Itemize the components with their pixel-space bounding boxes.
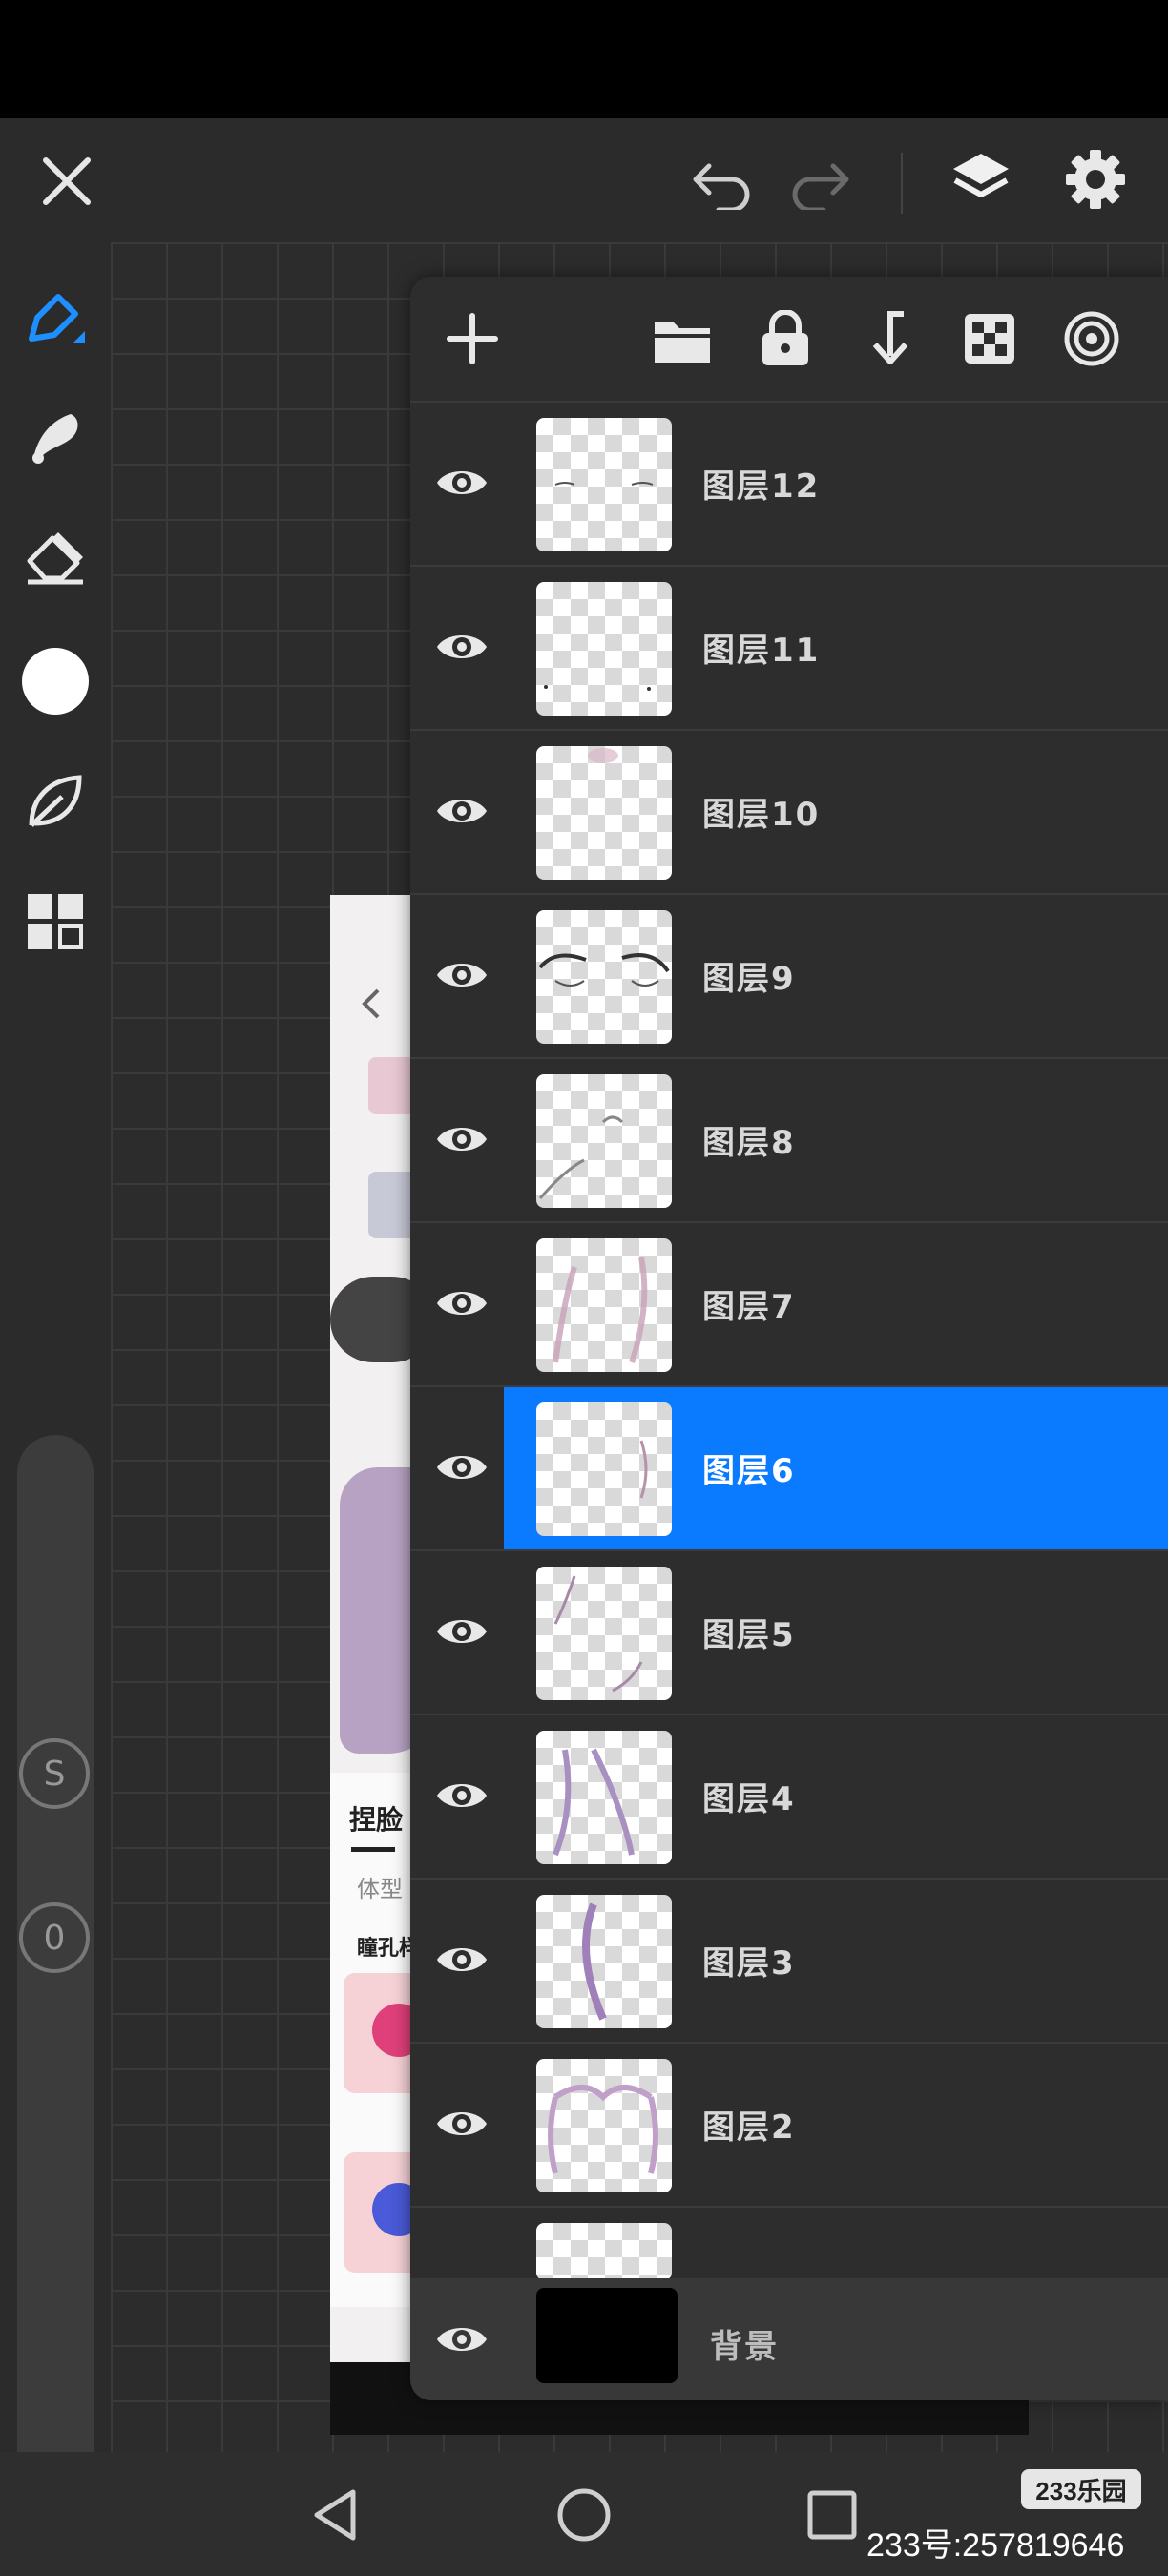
close-icon[interactable] (29, 143, 105, 219)
layer-name: 图层9 (702, 960, 796, 998)
visibility-eye-icon[interactable] (435, 784, 489, 838)
top-bar (0, 118, 1168, 242)
layer-name: 图层5 (702, 1616, 796, 1654)
layer-thumbnail (536, 910, 672, 1044)
layer-row[interactable]: 图层10 (410, 731, 1168, 895)
eraser-tool-icon[interactable] (17, 519, 94, 595)
tab-face: 捏脸 (349, 1805, 404, 1835)
folder-icon[interactable] (649, 309, 716, 370)
opacity-badge: 0 (19, 1902, 90, 1973)
redo-icon[interactable] (782, 147, 859, 219)
visibility-eye-icon[interactable] (435, 1112, 489, 1166)
layer-thumbnail (536, 1238, 672, 1372)
visibility-eye-icon[interactable] (435, 2313, 489, 2366)
layer-thumbnail (536, 582, 672, 716)
transparency-lock-icon[interactable] (956, 307, 1023, 370)
layer-row[interactable]: 图层5 (410, 1551, 1168, 1715)
tab-body: 体型 (357, 1877, 403, 1902)
layer-row[interactable]: 图层6 (410, 1387, 1168, 1551)
add-layer-icon[interactable] (439, 305, 506, 372)
background-layer-name: 背景 (710, 2328, 779, 2366)
visibility-eye-icon[interactable] (435, 1441, 489, 1494)
layers-panel: 图层12 图层11 图层10 图层9 图层8 图层7 图层6 图层5 图层4 图层3 图层2 背景 (410, 277, 1168, 2400)
tab-underline (351, 1847, 395, 1852)
layer-name: 图层10 (702, 796, 821, 834)
visibility-eye-icon[interactable] (435, 456, 489, 509)
merge-down-icon[interactable] (855, 307, 922, 370)
visibility-eye-icon[interactable] (435, 1933, 489, 1986)
visibility-eye-icon[interactable] (435, 948, 489, 1002)
layer-thumbnail (536, 1895, 672, 2028)
layer-thumbnail (536, 2223, 672, 2280)
layer-name: 图层8 (702, 1124, 796, 1162)
background-thumbnail (536, 2288, 678, 2383)
app-screen: 捏脸 体型 瞳孔样 S 0 图层12 图层11 图层10 图层9 图层8 图层7… (0, 0, 1168, 2576)
layers-panel-toolbar (410, 277, 1168, 403)
visibility-eye-icon[interactable] (435, 620, 489, 674)
left-toolbar: S 0 (0, 242, 111, 2547)
home-icon[interactable] (550, 2481, 618, 2549)
layer-thumbnail (536, 1567, 672, 1700)
layer-row[interactable]: 图层12 (410, 403, 1168, 567)
layer-row[interactable]: 图层9 (410, 895, 1168, 1059)
layer-name: 图层3 (702, 1944, 796, 1983)
layer-name: 图层2 (702, 2109, 796, 2147)
layer-row[interactable]: 图层4 (410, 1715, 1168, 1880)
undo-icon[interactable] (683, 147, 760, 219)
layer-row[interactable]: 图层7 (410, 1223, 1168, 1387)
layer-name: 图层6 (702, 1452, 796, 1490)
blend-mode-icon[interactable] (1057, 305, 1126, 372)
layers-icon[interactable] (945, 139, 1017, 219)
layer-row[interactable]: 图层11 (410, 567, 1168, 731)
leaf-brush-icon[interactable] (17, 763, 94, 840)
layer-name: 图层11 (702, 632, 821, 670)
visibility-eye-icon[interactable] (435, 1605, 489, 1658)
layer-row[interactable]: 图层3 (410, 1880, 1168, 2044)
layer-name: 图层4 (702, 1780, 796, 1818)
lock-icon[interactable] (752, 307, 819, 370)
layer-thumbnail (536, 1074, 672, 1208)
status-bar (0, 0, 1168, 118)
gallery-grid-icon[interactable] (17, 883, 94, 960)
smudge-tool-icon[interactable] (17, 399, 94, 475)
layer-row[interactable]: 图层2 (410, 2044, 1168, 2208)
layer-thumbnail (536, 418, 672, 551)
back-icon[interactable] (302, 2481, 370, 2549)
recents-icon[interactable] (798, 2481, 866, 2549)
back-chevron-icon (353, 985, 391, 1023)
watermark-logo: 233乐园 (1021, 2469, 1141, 2509)
layer-name: 图层12 (702, 467, 821, 506)
watermark-id: 233号:257819646 (866, 2527, 1125, 2564)
layer-thumbnail (536, 746, 672, 880)
layer-row[interactable]: 图层8 (410, 1059, 1168, 1223)
visibility-eye-icon[interactable] (435, 1769, 489, 1822)
size-badge: S (19, 1738, 90, 1809)
color-picker-swatch[interactable] (17, 643, 94, 719)
settings-gear-icon[interactable] (1057, 141, 1134, 218)
toolbar-divider (901, 153, 903, 214)
layer-thumbnail (536, 2059, 672, 2192)
layer-thumbnail (536, 1402, 672, 1536)
pencil-tool-icon[interactable] (17, 280, 94, 357)
layer-name: 图层7 (702, 1288, 796, 1326)
system-nav-bar: 233乐园 233号:257819646 (0, 2452, 1168, 2576)
visibility-eye-icon[interactable] (435, 1277, 489, 1330)
background-layer-row[interactable]: 背景 (410, 2278, 1168, 2400)
visibility-eye-icon[interactable] (435, 2097, 489, 2150)
layer-thumbnail (536, 1731, 672, 1864)
